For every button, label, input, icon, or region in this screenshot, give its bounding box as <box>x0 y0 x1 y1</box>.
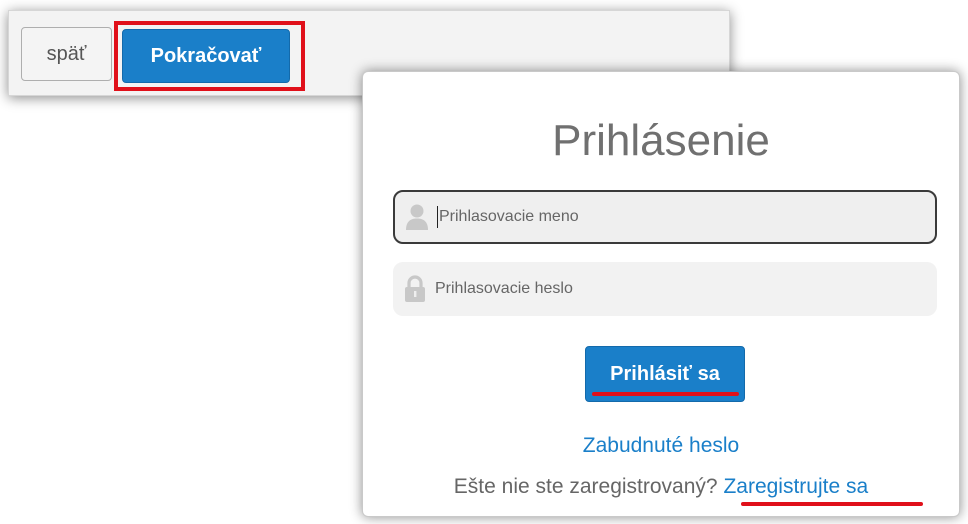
login-button-underline <box>592 392 739 396</box>
register-link[interactable]: Zaregistrujte sa <box>723 475 868 498</box>
login-title: Prihlásenie <box>552 116 770 165</box>
username-field[interactable] <box>393 190 937 244</box>
register-prompt: Ešte nie ste zaregistrovaný? Zaregistruj… <box>363 475 959 499</box>
continue-button[interactable]: Pokračovať <box>122 29 290 83</box>
text-caret <box>437 206 438 228</box>
username-input[interactable] <box>439 208 935 226</box>
lock-icon <box>405 275 425 302</box>
back-button[interactable]: späť <box>21 27 112 81</box>
password-input[interactable] <box>435 280 937 298</box>
forgot-password-link[interactable]: Zabudnuté heslo <box>363 434 959 458</box>
register-link-underline <box>741 502 923 506</box>
login-panel: Prihlásenie Prihlásiť sa Zabudnuté heslo… <box>362 71 960 517</box>
not-registered-text: Ešte nie ste zaregistrovaný? <box>453 475 718 498</box>
user-icon <box>406 204 428 230</box>
continue-button-highlight: Pokračovať <box>114 21 305 91</box>
screen: späť Pokračovať Prihlásenie Prihlásiť sa <box>0 0 968 524</box>
password-field[interactable] <box>393 262 937 316</box>
